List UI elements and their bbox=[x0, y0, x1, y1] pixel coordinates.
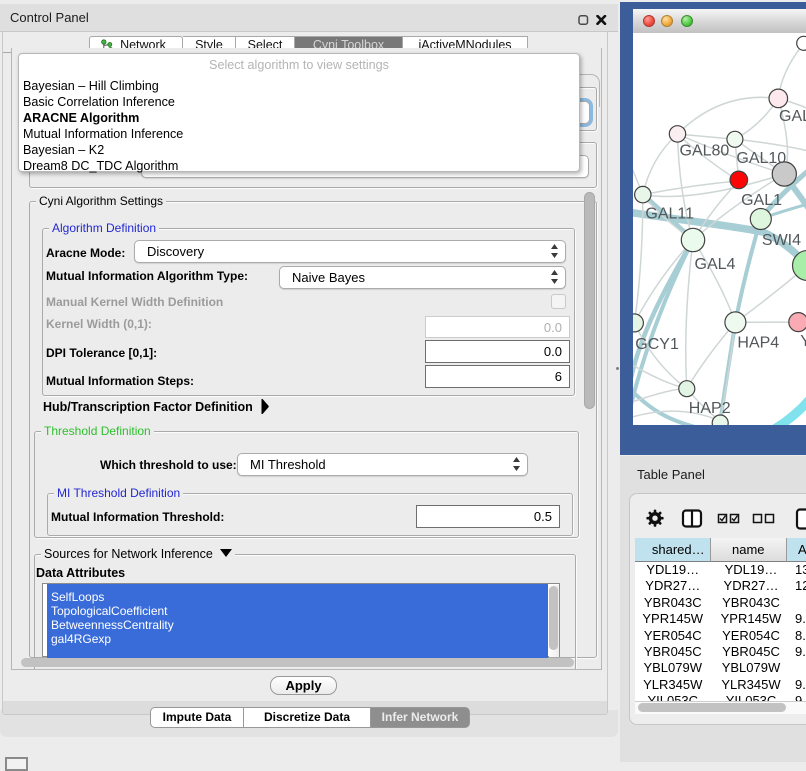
svg-text:GAL1: GAL1 bbox=[741, 192, 782, 209]
svg-text:GAL4: GAL4 bbox=[695, 256, 736, 273]
svg-text:GAL80: GAL80 bbox=[680, 143, 730, 160]
svg-text:SWI4: SWI4 bbox=[762, 232, 801, 249]
svg-text:GAL11: GAL11 bbox=[645, 206, 694, 223]
svg-text:GAL7: GAL7 bbox=[779, 108, 806, 125]
svg-text:Y: Y bbox=[800, 333, 806, 350]
svg-text:HAP2: HAP2 bbox=[689, 400, 731, 417]
svg-text:GAL10: GAL10 bbox=[736, 150, 786, 167]
svg-text:GCY1: GCY1 bbox=[635, 336, 679, 353]
svg-text:HAP4: HAP4 bbox=[737, 335, 779, 352]
